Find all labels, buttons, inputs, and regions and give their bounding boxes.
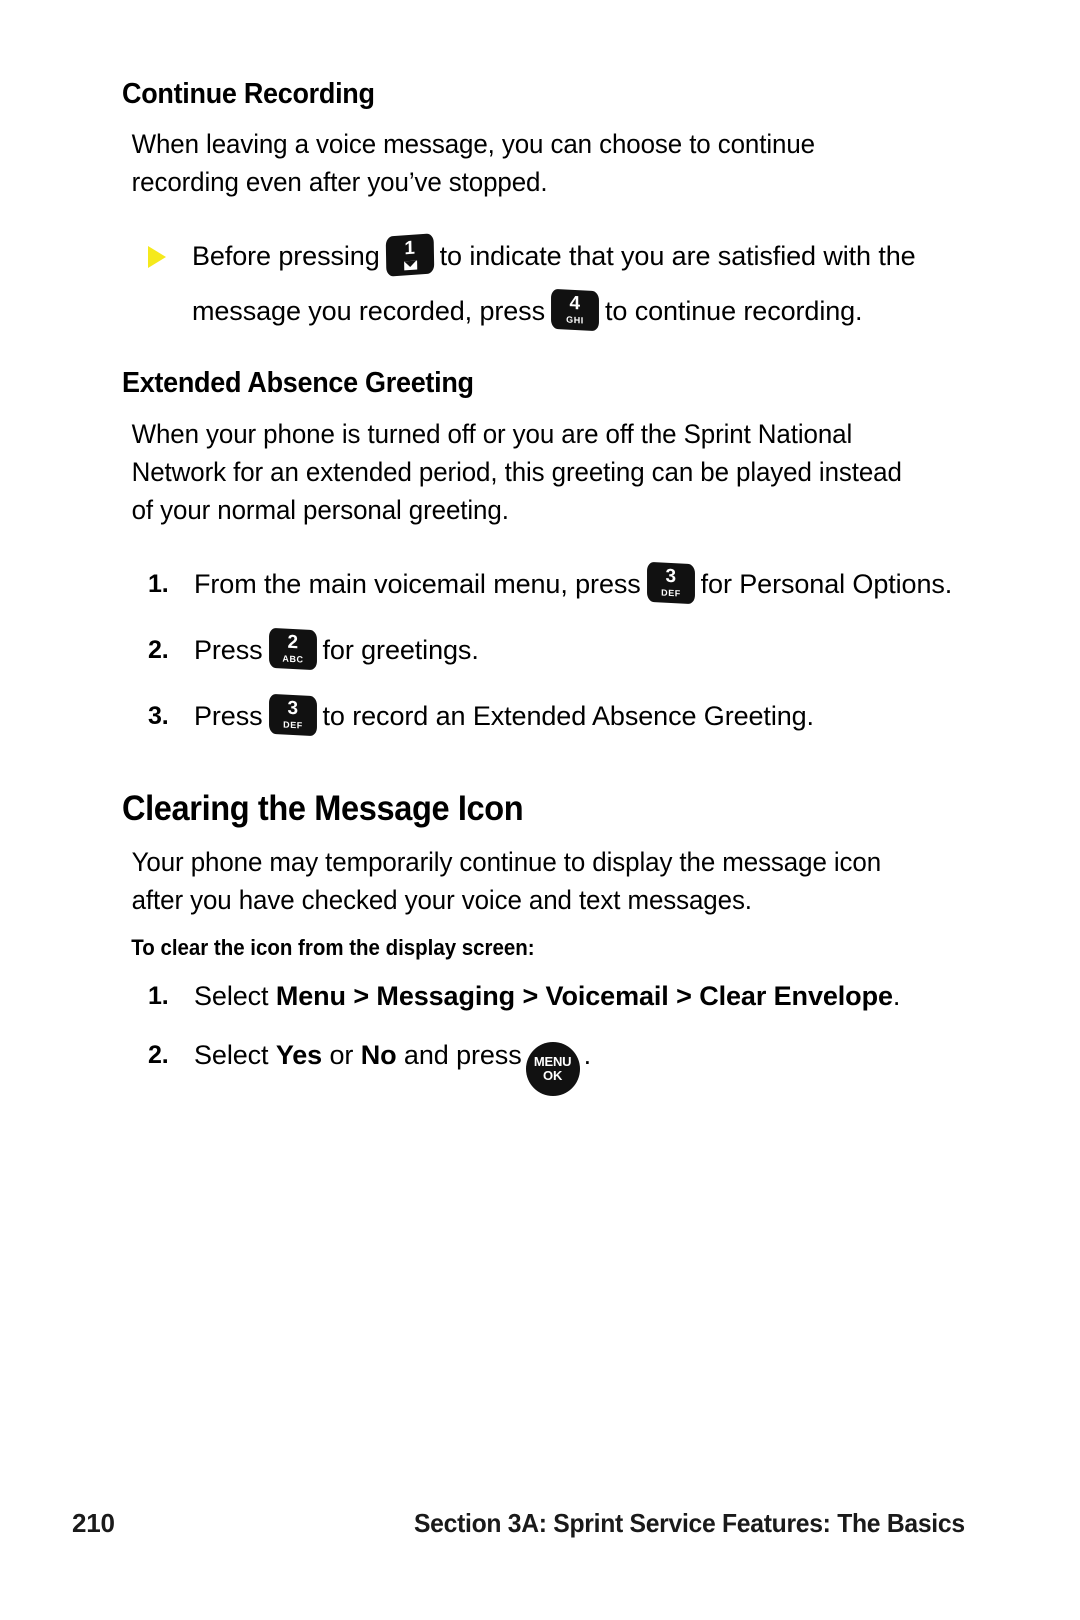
list-marker: 2. <box>148 1041 169 1070</box>
phone-key-3-def-icon: 3 DEF <box>268 693 317 736</box>
menu-path-menu: Menu <box>275 981 346 1012</box>
option-yes: Yes <box>275 1040 323 1071</box>
step-text-part1: Press <box>194 700 263 731</box>
list-item-text: Press 3 DEF to record an Extended Absence G… <box>194 689 814 743</box>
step-text-part2: . <box>892 981 901 1012</box>
list-item: 2. Select Yes or No and press MENU OK. <box>122 1032 962 1097</box>
menu-path-messaging: Messaging <box>376 981 516 1012</box>
phone-key-4-ghi-icon: 4 GHI <box>551 289 599 332</box>
heading-continue-recording: Continue Recording <box>122 78 375 110</box>
list-marker: 1. <box>148 982 169 1011</box>
phone-key-number: 3 <box>286 697 299 719</box>
phone-key-letters: GHI <box>566 314 584 326</box>
list-marker: 1. <box>148 569 169 598</box>
step-text-part1: Press <box>194 634 263 665</box>
bullet-text: Before pressing 1 to indicate that you are… <box>192 229 962 339</box>
step-text-part2: to record an Extended Absence Greeting. <box>322 700 815 731</box>
list-item: Before pressing 1 to indicate that you are… <box>122 229 962 339</box>
phone-key-1-envelope-icon: 1 <box>385 233 434 278</box>
step-text-part1: Select <box>194 1040 276 1071</box>
page-footer: 210 Section 3A: Sprint Service Features:… <box>0 1508 1080 1542</box>
phone-key-number: 1 <box>403 237 416 260</box>
page-content: Continue Recording When leaving a voice … <box>122 78 962 1097</box>
step-text-or: or <box>322 1040 361 1071</box>
menu-path-clear-envelope: Clear Envelope <box>699 981 893 1012</box>
manual-page: Continue Recording When leaving a voice … <box>0 0 1080 1620</box>
list-item: 1. From the main voicemail menu, press 3 D… <box>122 557 962 611</box>
step-text-part2: and press <box>396 1040 522 1071</box>
list-item: 1. Select Menu > Messaging > Voicemail >… <box>122 973 962 1020</box>
footer-section-title: Section 3A: Sprint Service Features: The… <box>414 1508 965 1538</box>
list-item: 3. Press 3 DEF to record an Extended Absenc… <box>122 689 962 743</box>
phone-key-letters: ABC <box>281 653 304 665</box>
list-marker: 3. <box>148 701 169 730</box>
menu-path-separator: > <box>668 981 700 1012</box>
list-item-text: Press 2 ABC for greetings. <box>194 623 479 677</box>
heading-extended-absence-greeting: Extended Absence Greeting <box>122 367 474 400</box>
list-item-text: Select Menu > Messaging > Voicemail > Cl… <box>194 973 900 1020</box>
option-no: No <box>360 1040 397 1071</box>
subheading-to-clear-the-icon: To clear the icon from the display scree… <box>131 934 535 960</box>
menu-key-label-ok: OK <box>543 1068 563 1084</box>
phone-key-number: 3 <box>665 565 677 587</box>
step-text-part3: . <box>583 1040 592 1071</box>
list-item-text: From the main voicemail menu, press 3 DEF f… <box>194 557 952 611</box>
phone-key-letters: DEF <box>282 719 303 731</box>
phone-key-number: 4 <box>569 293 581 315</box>
phone-key-number: 2 <box>286 631 299 653</box>
phone-key-3-def-icon: 3 DEF <box>646 561 695 604</box>
bullet-text-part1: Before pressing <box>192 241 380 272</box>
heading-clearing-the-message-icon: Clearing the Message Icon <box>122 788 524 828</box>
arrow-bullet-icon <box>148 246 166 269</box>
list-item-text: Select Yes or No and press MENU OK. <box>194 1032 592 1097</box>
step-text-part2: for Personal Options. <box>700 568 953 599</box>
paragraph-extended-absence-greeting: When your phone is turned off or you are… <box>131 418 902 525</box>
menu-ok-key-icon: MENU OK <box>525 1042 580 1097</box>
paragraph-continue-recording: When leaving a voice message, you can ch… <box>131 129 815 198</box>
footer-page-number: 210 <box>72 1508 115 1538</box>
list-marker: 2. <box>148 635 169 664</box>
step-text-part1: From the main voicemail menu, press <box>194 568 641 599</box>
menu-path-voicemail: Voicemail <box>545 981 669 1012</box>
bullet-text-part3: to continue recording. <box>604 296 863 327</box>
step-text-part1: Select <box>194 981 276 1012</box>
phone-key-2-abc-icon: 2 ABC <box>268 627 317 670</box>
step-text-part2: for greetings. <box>322 634 479 665</box>
envelope-icon <box>403 260 417 271</box>
paragraph-clearing-the-message-icon: Your phone may temporarily continue to d… <box>131 846 882 915</box>
menu-key-label-menu: MENU <box>533 1054 572 1070</box>
phone-key-letters: DEF <box>660 587 681 599</box>
list-item: 2. Press 2 ABC for greetings. <box>122 623 962 677</box>
menu-path-separator: > <box>345 981 377 1012</box>
menu-path-separator: > <box>515 981 546 1012</box>
